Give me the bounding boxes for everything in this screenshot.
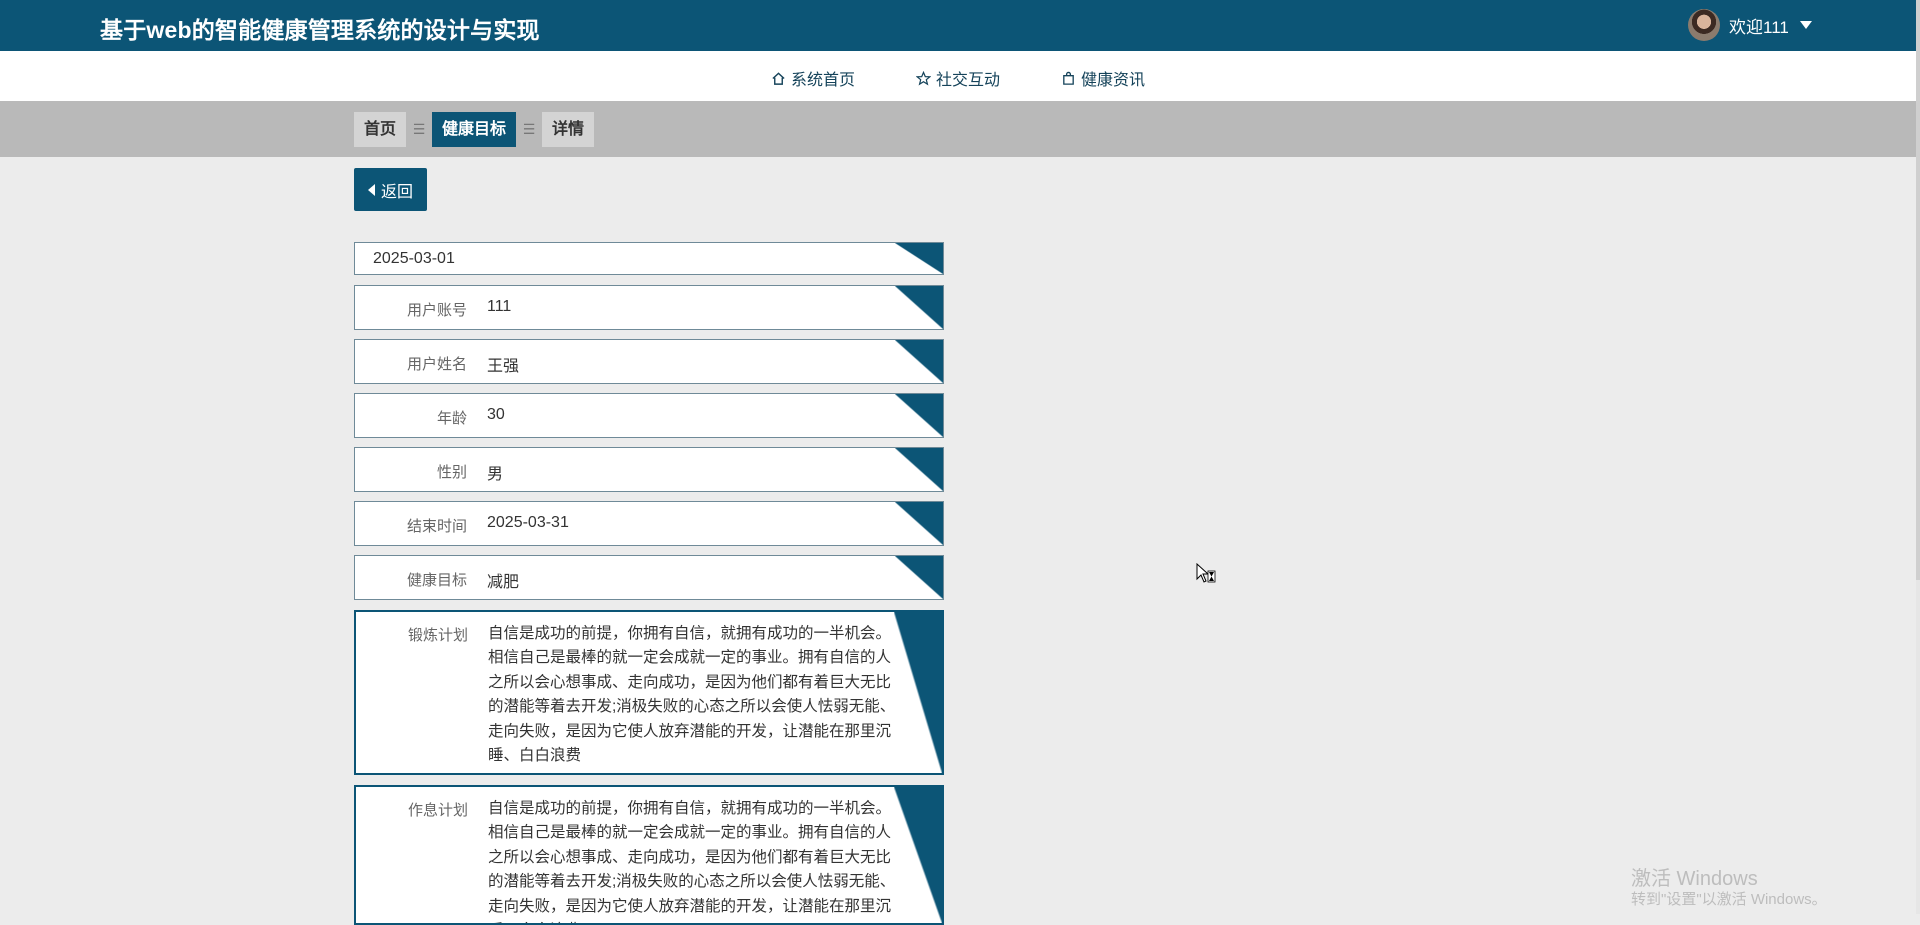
corner-decoration <box>894 612 942 773</box>
windows-activation-hint: 转到"设置"以激活 Windows。 <box>1631 891 1827 908</box>
nav-item-news[interactable]: 健康资讯 <box>1060 66 1145 90</box>
detail-row-name: 用户姓名 王强 <box>354 339 944 384</box>
detail-row-account: 用户账号 111 <box>354 285 944 330</box>
date-value: 2025-03-01 <box>373 250 455 267</box>
nav-item-social[interactable]: 社交互动 <box>915 66 1000 90</box>
breadcrumb-detail[interactable]: 详情 <box>542 112 595 147</box>
field-label: 结束时间 <box>406 518 467 535</box>
main-nav: 系统首页 社交互动 健康资讯 <box>0 51 1916 102</box>
corner-decoration <box>895 448 943 491</box>
corner-decoration <box>895 556 943 599</box>
corner-decoration <box>895 286 943 329</box>
user-menu[interactable]: 欢迎111 <box>1688 8 1812 42</box>
page-scrollbar[interactable] <box>1916 0 1920 914</box>
field-value: 自信是成功的前提，你拥有自信，就拥有成功的一半机会。相信自己是最棒的就一定会成就… <box>488 625 896 765</box>
field-label: 用户姓名 <box>406 356 467 373</box>
busy-cursor-icon <box>1196 563 1216 583</box>
breadcrumb: 首页 ☰ 健康目标 ☰ 详情 <box>354 112 595 147</box>
field-value: 王强 <box>487 358 520 375</box>
field-value: 30 <box>487 406 505 423</box>
top-header: 基于web的智能健康管理系统的设计与实现 欢迎111 <box>0 0 1916 51</box>
star-icon <box>915 70 931 86</box>
field-label: 健康目标 <box>406 572 467 589</box>
nav-item-label[interactable]: 社交互动 <box>936 66 1000 90</box>
detail-row-date: 2025-03-01 <box>354 242 944 275</box>
field-value: 男 <box>487 466 504 483</box>
field-label: 用户账号 <box>406 302 467 319</box>
field-value: 自信是成功的前提，你拥有自信，就拥有成功的一半机会。相信自己是最棒的就一定会成就… <box>488 800 896 923</box>
detail-row-age: 年龄 30 <box>354 393 944 438</box>
caret-left-icon <box>367 183 375 196</box>
breadcrumb-separator: ☰ <box>522 121 536 137</box>
nav-item-label[interactable]: 系统首页 <box>791 66 855 90</box>
home-icon <box>770 70 786 86</box>
corner-decoration <box>895 502 943 545</box>
field-value: 减肥 <box>487 574 520 591</box>
back-button-label[interactable]: 返回 <box>381 178 413 202</box>
back-button[interactable]: 返回 <box>354 168 427 211</box>
breadcrumb-bar: 首页 ☰ 健康目标 ☰ 详情 <box>0 101 1916 157</box>
field-label: 锻炼计划 <box>407 627 468 644</box>
corner-decoration <box>895 340 943 383</box>
caret-down-icon[interactable] <box>1799 21 1812 29</box>
detail-row-end-time: 结束时间 2025-03-31 <box>354 501 944 546</box>
windows-activation-title: 激活 Windows <box>1631 868 1758 890</box>
nav-item-label[interactable]: 健康资讯 <box>1081 66 1145 90</box>
field-label: 年龄 <box>436 410 467 427</box>
detail-row-exercise-plan: 锻炼计划 自信是成功的前提，你拥有自信，就拥有成功的一半机会。相信自己是最棒的就… <box>354 610 944 775</box>
app-title: 基于web的智能健康管理系统的设计与实现 <box>100 17 540 43</box>
avatar[interactable] <box>1688 9 1720 41</box>
detail-row-health-goal: 健康目标 减肥 <box>354 555 944 600</box>
breadcrumb-health-goal[interactable]: 健康目标 <box>432 112 517 147</box>
detail-row-rest-plan: 作息计划 自信是成功的前提，你拥有自信，就拥有成功的一半机会。相信自己是最棒的就… <box>354 785 944 925</box>
user-greeting[interactable]: 欢迎111 <box>1729 13 1789 38</box>
breadcrumb-separator: ☰ <box>412 121 426 137</box>
field-label: 作息计划 <box>407 802 468 819</box>
field-value: 2025-03-31 <box>487 514 569 531</box>
bag-icon <box>1060 70 1076 86</box>
field-label: 性别 <box>436 464 467 481</box>
corner-decoration <box>895 243 943 274</box>
detail-row-gender: 性别 男 <box>354 447 944 492</box>
corner-decoration <box>894 787 942 923</box>
corner-decoration <box>895 394 943 437</box>
scrollbar-thumb[interactable] <box>1916 0 1920 580</box>
field-value: 111 <box>487 298 512 315</box>
breadcrumb-home[interactable]: 首页 <box>354 112 407 147</box>
nav-item-home[interactable]: 系统首页 <box>770 66 855 90</box>
